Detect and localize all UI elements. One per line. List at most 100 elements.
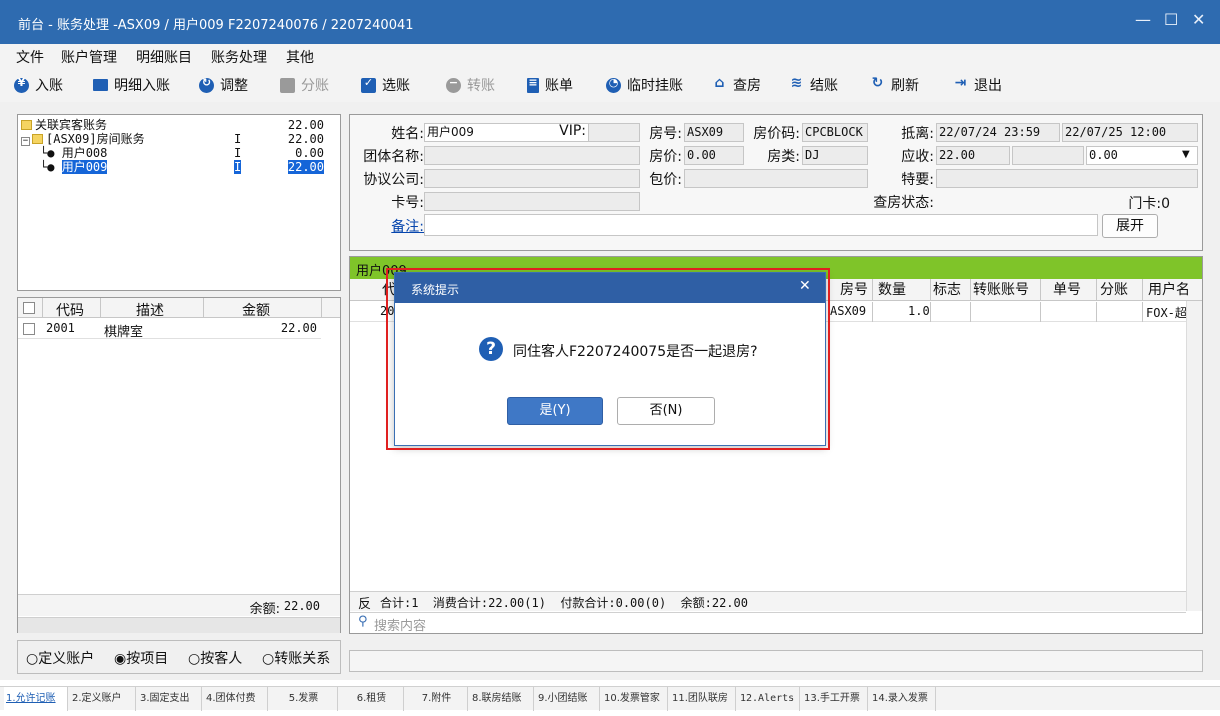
balance-row: 余额: 22.00 bbox=[18, 594, 340, 617]
checkout-button[interactable]: ≋ 结账 bbox=[789, 75, 838, 95]
tree-node-user-009[interactable]: └● 用户009 I 22.00 bbox=[18, 160, 340, 174]
database-icon: ≋ bbox=[790, 74, 803, 91]
departure-field[interactable]: 22/07/25 12:00 bbox=[1062, 123, 1198, 142]
special-request-field[interactable] bbox=[936, 169, 1198, 188]
adjust-icon: ↻ bbox=[199, 76, 214, 93]
tab-team-linked-room[interactable]: 11.团队联房 bbox=[670, 687, 736, 711]
yen-coin-icon: ¥ bbox=[14, 76, 29, 93]
house-icon: ⌂ bbox=[714, 74, 725, 91]
refresh-button[interactable]: ↻ 刷新 bbox=[870, 75, 919, 95]
tab-linked-room-checkout[interactable]: 8.联房结账 bbox=[470, 687, 534, 711]
folder-icon bbox=[21, 120, 32, 130]
radio-by-guest[interactable]: ○按客人 bbox=[188, 648, 242, 668]
dialog-title-bar: 系统提示 ✕ bbox=[395, 273, 825, 303]
reverse-toggle[interactable]: 反 bbox=[358, 593, 371, 612]
search-icon: ⚲ bbox=[358, 614, 368, 629]
menu-file[interactable]: 文件 bbox=[16, 47, 44, 67]
select-icon: ✓ bbox=[361, 76, 376, 93]
tab-group-payment[interactable]: 4.团体付费 bbox=[204, 687, 268, 711]
tab-define-account[interactable]: 2.定义账户 bbox=[70, 687, 136, 711]
post-charge-button[interactable]: ¥ 入账 bbox=[14, 75, 63, 95]
no-button[interactable]: 否(N) bbox=[617, 397, 715, 425]
receivable-aux-field[interactable] bbox=[1012, 146, 1084, 165]
status-tab-bar: 1.允许记账 2.定义账户 3.固定支出 4.团体付费 5.发票 6.租赁 7.… bbox=[0, 686, 1220, 711]
tab-allow-posting[interactable]: 1.允许记账 bbox=[4, 687, 68, 711]
monitor-icon bbox=[93, 79, 108, 91]
window-title: 前台 - 账务处理 -ASX09 / 用户009 F2207240076 / 2… bbox=[18, 18, 414, 33]
charge-items-table[interactable]: 代码 描述 金额 2001 棋牌室 22.00 余额: 22.00 bbox=[17, 297, 341, 633]
room-price-field[interactable]: 0.00 bbox=[684, 146, 744, 165]
view-mode-group: ○定义账户 ◉按项目 ○按客人 ○转账关系 bbox=[17, 640, 341, 674]
menu-account-management[interactable]: 账户管理 bbox=[61, 47, 117, 67]
select-account-button[interactable]: ✓ 选账 bbox=[361, 75, 410, 95]
room-type-field[interactable]: DJ bbox=[802, 146, 868, 165]
tree-node-related-guests[interactable]: 关联宾客账务 22.00 bbox=[18, 118, 340, 132]
maximize-button[interactable]: ☐ bbox=[1164, 10, 1178, 29]
table-header: 代码 描述 金额 bbox=[18, 298, 340, 319]
yes-button[interactable]: 是(Y) bbox=[507, 397, 603, 425]
search-box[interactable]: ⚲ 搜索内容 bbox=[350, 612, 1186, 634]
detail-post-button[interactable]: 明细入账 bbox=[93, 75, 170, 95]
detail-summary-row: 反 合计:1 消费合计:22.00(1) 付款合计:0.00(0) 余额:22.… bbox=[350, 591, 1202, 612]
menu-other[interactable]: 其他 bbox=[286, 47, 314, 67]
bill-icon: ≡ bbox=[527, 76, 539, 93]
minimize-button[interactable]: — bbox=[1135, 10, 1151, 29]
select-all-checkbox[interactable] bbox=[23, 302, 35, 314]
arrival-field[interactable]: 22/07/24 23:59 bbox=[936, 123, 1060, 142]
tree-node-user-008[interactable]: └● 用户008 I 0.00 bbox=[18, 146, 340, 160]
folder-icon bbox=[32, 134, 43, 144]
adjust-button[interactable]: ↻ 调整 bbox=[199, 75, 248, 95]
transfer-button[interactable]: − 转账 bbox=[446, 75, 495, 95]
inspect-room-button[interactable]: ⌂ 查房 bbox=[712, 75, 761, 95]
horizontal-scrollbar[interactable] bbox=[18, 617, 340, 633]
search-input[interactable]: 搜索内容 bbox=[374, 615, 426, 634]
table-row[interactable]: 2001 棋牌室 22.00 bbox=[18, 319, 321, 340]
room-number-field[interactable]: ASX09 bbox=[684, 123, 744, 142]
dialog-message: 同住客人F2207240075是否一起退房? bbox=[513, 344, 758, 360]
group-name-field[interactable] bbox=[424, 146, 640, 165]
tab-fixed-expense[interactable]: 3.固定支出 bbox=[138, 687, 202, 711]
dialog-close-icon[interactable]: ✕ bbox=[799, 278, 811, 294]
agreement-company-field[interactable] bbox=[424, 169, 640, 188]
remark-link[interactable]: 备注: bbox=[350, 216, 424, 236]
close-button[interactable]: ✕ bbox=[1192, 10, 1205, 29]
row-checkbox[interactable] bbox=[23, 323, 35, 335]
tab-lease[interactable]: 6.租赁 bbox=[340, 687, 404, 711]
exit-button[interactable]: ⇥ 退出 bbox=[953, 75, 1002, 95]
package-field[interactable] bbox=[684, 169, 868, 188]
menu-bar: 文件 账户管理 明细账目 账务处理 其他 bbox=[0, 44, 1220, 68]
receivable-field[interactable]: 22.00 bbox=[936, 146, 1010, 165]
split-icon bbox=[280, 77, 295, 93]
vertical-scrollbar[interactable] bbox=[1186, 301, 1202, 611]
expand-button[interactable]: 展开 bbox=[1102, 214, 1158, 238]
tab-manual-invoice[interactable]: 13.手工开票 bbox=[802, 687, 868, 711]
exit-icon: ⇥ bbox=[954, 74, 967, 91]
tab-invoice[interactable]: 5.发票 bbox=[270, 687, 338, 711]
menu-detail-ledger[interactable]: 明细账目 bbox=[136, 47, 192, 67]
split-account-button[interactable]: 分账 bbox=[280, 75, 329, 95]
temp-charge-button[interactable]: ◔ 临时挂账 bbox=[606, 75, 683, 95]
radio-define-account[interactable]: ○定义账户 bbox=[26, 648, 94, 668]
clock-icon: ◔ bbox=[606, 76, 621, 93]
card-number-field[interactable] bbox=[424, 192, 640, 211]
toolbar: ¥ 入账 明细入账 ↻ 调整 分账 ✓ 选账 − 转账 ≡ 账单 ◔ 临时挂账 … bbox=[0, 68, 1220, 102]
tab-small-group-checkout[interactable]: 9.小团结账 bbox=[536, 687, 600, 711]
radio-by-item[interactable]: ◉按项目 bbox=[114, 648, 168, 668]
door-card-count: 门卡:0 bbox=[1128, 196, 1170, 212]
bill-button[interactable]: ≡ 账单 bbox=[527, 75, 573, 95]
tab-enter-invoice[interactable]: 14.录入发票 bbox=[870, 687, 936, 711]
collapse-icon[interactable]: − bbox=[21, 137, 30, 146]
account-tree[interactable]: 关联宾客账务 22.00 − [ASX09]房间账务 I 22.00 └● 用户0… bbox=[17, 114, 341, 291]
transfer-icon: − bbox=[446, 76, 461, 93]
system-prompt-dialog: 系统提示 ✕ ? 同住客人F2207240075是否一起退房? 是(Y) 否(N… bbox=[394, 272, 826, 446]
tab-alerts[interactable]: 12.Alerts bbox=[738, 687, 800, 711]
menu-accounting[interactable]: 账务处理 bbox=[211, 47, 267, 67]
guest-info-panel: 姓名: 用户009 VIP: 房号: ASX09 房价码: CPCBLOCK 抵… bbox=[349, 114, 1203, 251]
chevron-down-icon[interactable]: ▼ bbox=[1182, 149, 1190, 160]
tree-node-room-account[interactable]: − [ASX09]房间账务 I 22.00 bbox=[18, 132, 340, 146]
tab-attachment[interactable]: 7.附件 bbox=[406, 687, 468, 711]
remark-field[interactable] bbox=[424, 214, 1098, 236]
rate-code-field[interactable]: CPCBLOCK bbox=[802, 123, 868, 142]
radio-transfer-relation[interactable]: ○转账关系 bbox=[262, 648, 330, 668]
tab-invoice-manager[interactable]: 10.发票管家 bbox=[602, 687, 668, 711]
